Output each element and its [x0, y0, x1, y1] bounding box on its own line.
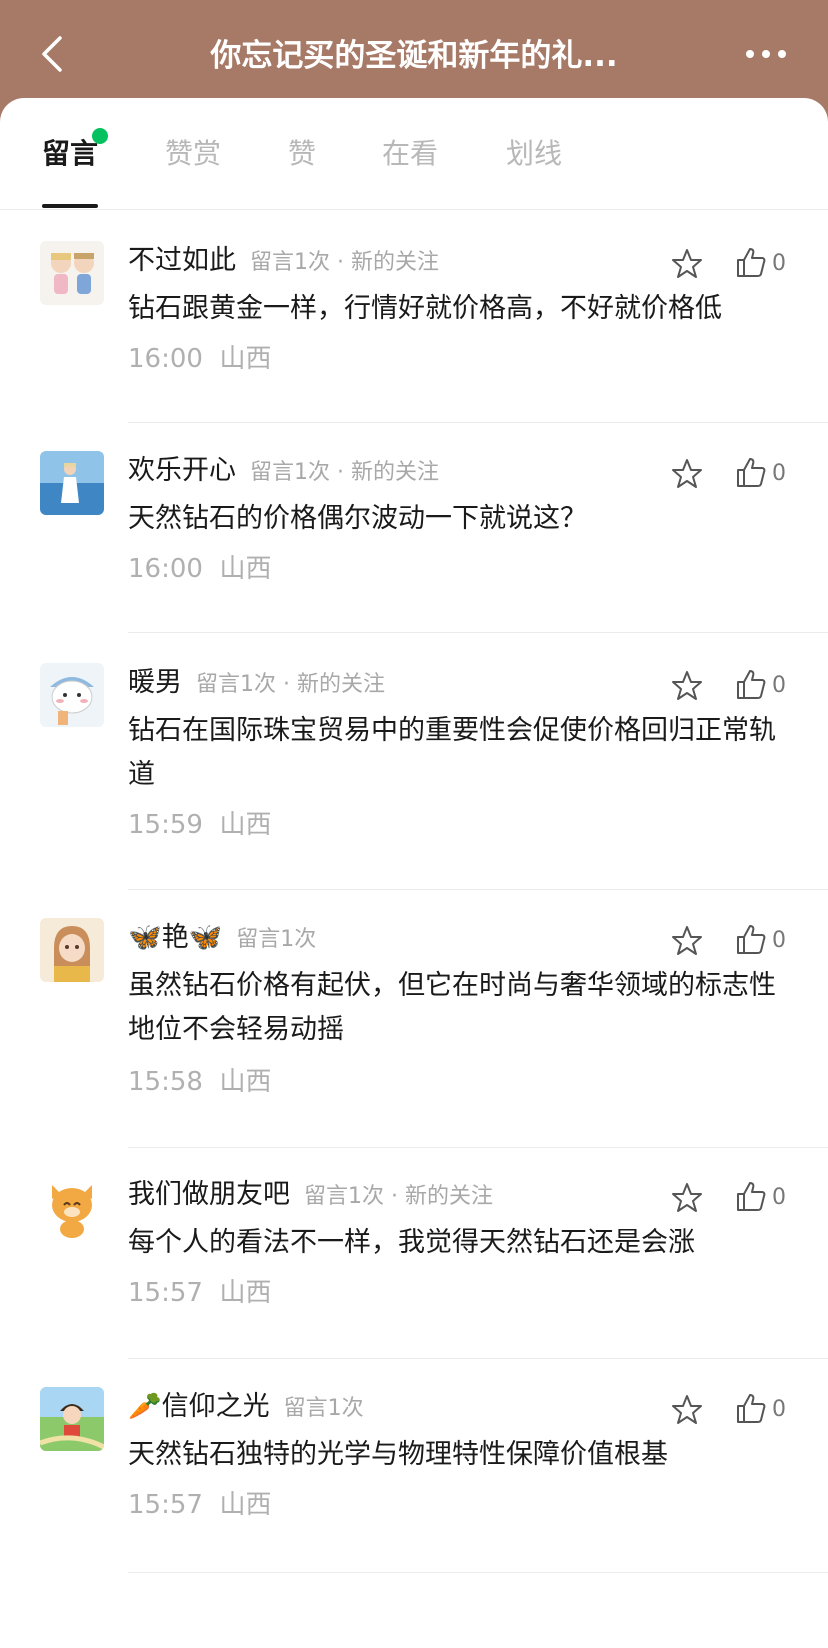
comment-info: 15:58 山西 [128, 1062, 271, 1102]
comment-meta: 留言1次 [236, 927, 317, 952]
bear-cartoon-avatar[interactable] [40, 663, 104, 727]
divider [128, 632, 828, 633]
star-icon[interactable] [670, 924, 704, 958]
comment-info: 15:59 山西 [128, 805, 271, 845]
tab-likes[interactable]: 赞 [288, 134, 316, 174]
divider [128, 422, 828, 423]
like-count: 0 [772, 1397, 786, 1422]
tab-rewards[interactable]: 赞赏 [165, 134, 221, 174]
like-count: 0 [772, 673, 786, 698]
comment-nickname[interactable]: 🥕信仰之光 [128, 1391, 270, 1422]
comment-content: 钻石跟黄金一样，行情好就价格高，不好就价格低 [128, 293, 722, 324]
comment-location: 山西 [219, 1067, 272, 1097]
couple-cartoon-avatar[interactable] [40, 241, 104, 305]
comment-nickname[interactable]: 欢乐开心 [128, 455, 236, 486]
comment-time: 15:58 [128, 1067, 203, 1097]
comment-content: 虽然钻石价格有起伏，但它在时尚与奢华领域的标志性地位不会轻易动摇 [128, 970, 776, 1045]
thumbs-up-icon[interactable] [734, 455, 768, 489]
comment-info: 15:57 山西 [128, 1485, 271, 1525]
girl-illustration-avatar[interactable] [40, 918, 104, 982]
divider [128, 889, 828, 890]
thumbs-up-icon[interactable] [734, 1391, 768, 1425]
comment-time: 15:57 [128, 1490, 203, 1520]
comments-sheet: 留言 赞赏 赞 在看 划线 不过如此 留言1次 · 新的关注 0 钻石跟黄金一样，… [0, 98, 828, 1648]
comment-location: 山西 [219, 810, 272, 840]
comment-location: 山西 [219, 344, 272, 374]
comment-nickname[interactable]: 不过如此 [128, 245, 236, 276]
comment-meta: 留言1次 · 新的关注 [196, 672, 385, 697]
comment-time: 16:00 [128, 554, 203, 584]
beach-photo-avatar[interactable] [40, 451, 104, 515]
tiger-cat-avatar[interactable] [40, 1175, 104, 1239]
comment-header: 我们做朋友吧 留言1次 · 新的关注 [128, 1175, 493, 1215]
comment-header: 🦋艳🦋 留言1次 [128, 918, 316, 958]
comment-content: 钻石在国际珠宝贸易中的重要性会促使价格回归正常轨道 [128, 715, 776, 790]
comment-info: 16:00 山西 [128, 339, 271, 379]
star-icon[interactable] [670, 247, 704, 281]
comment-meta: 留言1次 · 新的关注 [250, 460, 439, 485]
comment-location: 山西 [219, 1490, 272, 1520]
star-icon[interactable] [670, 669, 704, 703]
divider [128, 1358, 828, 1359]
star-icon[interactable] [670, 457, 704, 491]
comment-nickname[interactable]: 🦋艳🦋 [128, 922, 222, 953]
divider [128, 1147, 828, 1148]
comment-location: 山西 [219, 1278, 272, 1308]
star-icon[interactable] [670, 1181, 704, 1215]
comment-nickname[interactable]: 暖男 [128, 667, 182, 698]
tab-comments[interactable]: 留言 [42, 134, 98, 174]
page-title: 你忘记买的圣诞和新年的礼... [210, 38, 618, 74]
comment-time: 15:57 [128, 1278, 203, 1308]
more-dots-icon[interactable] [744, 46, 788, 62]
comment-time: 16:00 [128, 344, 203, 374]
comment-time: 15:59 [128, 810, 203, 840]
like-count: 0 [772, 1185, 786, 1210]
tab-bar: 留言 赞赏 赞 在看 划线 [0, 98, 828, 210]
thumbs-up-icon[interactable] [734, 1179, 768, 1213]
comment-header: 不过如此 留言1次 · 新的关注 [128, 241, 439, 281]
divider [128, 1572, 828, 1573]
comment-location: 山西 [219, 554, 272, 584]
thumbs-up-icon[interactable] [734, 245, 768, 279]
like-count: 0 [772, 928, 786, 953]
comment-header: 🥕信仰之光 留言1次 [128, 1387, 364, 1427]
tab-watching[interactable]: 在看 [382, 134, 438, 174]
comment-header: 暖男 留言1次 · 新的关注 [128, 663, 385, 703]
thumbs-up-icon[interactable] [734, 667, 768, 701]
comment-info: 15:57 山西 [128, 1273, 271, 1313]
top-bar: 你忘记买的圣诞和新年的礼... [0, 0, 828, 110]
comment-content: 天然钻石的价格偶尔波动一下就说这？ [128, 503, 587, 534]
comment-info: 16:00 山西 [128, 549, 271, 589]
tab-highlights[interactable]: 划线 [506, 134, 562, 174]
comment-meta: 留言1次 · 新的关注 [250, 250, 439, 275]
thumbs-up-icon[interactable] [734, 922, 768, 956]
comment-content: 每个人的看法不一样，我觉得天然钻石还是会涨 [128, 1227, 695, 1258]
back-chevron-icon[interactable] [36, 34, 70, 74]
active-tab-underline [42, 204, 98, 208]
like-count: 0 [772, 461, 786, 486]
comment-meta: 留言1次 · 新的关注 [304, 1184, 493, 1209]
comment-nickname[interactable]: 我们做朋友吧 [128, 1179, 290, 1210]
comment-meta: 留言1次 [283, 1396, 364, 1421]
like-count: 0 [772, 251, 786, 276]
child-field-avatar[interactable] [40, 1387, 104, 1451]
comment-content: 天然钻石独特的光学与物理特性保障价值根基 [128, 1439, 668, 1470]
comment-header: 欢乐开心 留言1次 · 新的关注 [128, 451, 439, 491]
new-indicator-dot [92, 128, 108, 144]
star-icon[interactable] [670, 1393, 704, 1427]
